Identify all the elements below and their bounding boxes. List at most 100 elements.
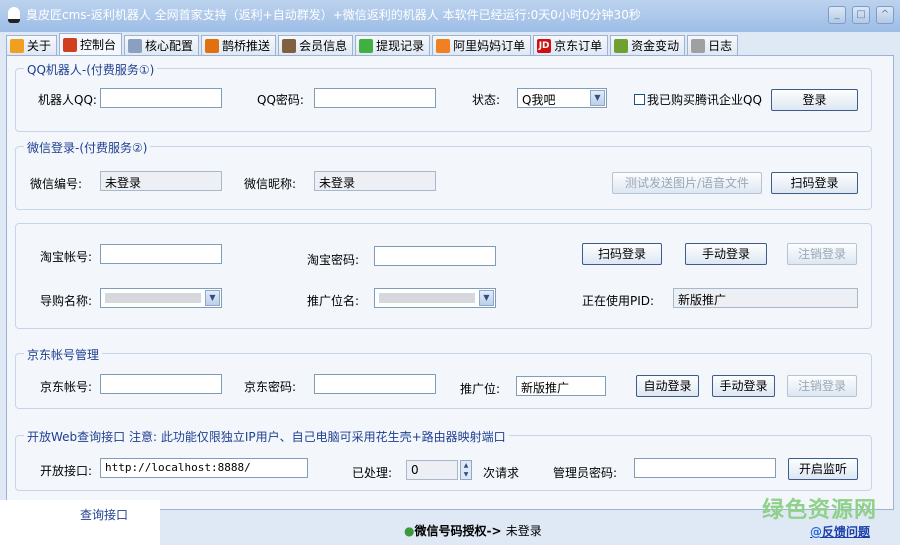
admin-password-label: 管理员密码:: [553, 466, 618, 480]
tab-check[interactable]: 提现记录: [355, 35, 431, 55]
jd-account-label: 京东帐号:: [40, 380, 93, 394]
window-title: 臭皮匠cms-返利机器人 全网首家支持（返利+自动群发）+微信返利的机器人 本软…: [26, 8, 641, 22]
tab-money[interactable]: 资金变动: [610, 35, 686, 55]
tab-label: 阿里妈妈订单: [453, 39, 526, 53]
auth-label: 微信号码授权->: [414, 524, 502, 538]
pid-position-select[interactable]: ▼: [374, 288, 496, 308]
test-send-button[interactable]: 测试发送图片/语音文件: [612, 172, 762, 194]
jd-position-input[interactable]: 新版推广: [516, 376, 606, 396]
jd-password-input[interactable]: [314, 374, 436, 394]
chevron-down-icon: ▼: [205, 290, 220, 306]
qq-legend: QQ机器人-(付费服务①): [24, 61, 158, 78]
watermark: 绿色资源网: [762, 498, 878, 523]
status-label: 状态:: [472, 93, 501, 107]
clock-icon: [205, 38, 220, 53]
web-group: 开放Web查询接口 注意: 此功能仅限独立IP用户、自己电脑可采用花生壳+路由器…: [15, 428, 872, 491]
tab-config[interactable]: 核心配置: [124, 35, 200, 55]
at-icon: @: [810, 525, 822, 539]
wechat-scan-login-button[interactable]: 扫码登录: [771, 172, 858, 194]
checkbox-icon: [634, 94, 645, 105]
tab-home[interactable]: 关于: [6, 35, 58, 55]
enterprise-qq-label: 我已购买腾讯企业QQ: [647, 93, 762, 107]
config-icon: [128, 38, 143, 53]
processed-spinner[interactable]: ▲ ▼: [460, 460, 472, 480]
wechat-nickname-field: 未登录: [314, 171, 436, 191]
wechat-auth-status: ●微信号码授权-> 未登录: [404, 522, 542, 539]
chevron-down-icon: ▼: [479, 290, 494, 306]
jd-group: 京东帐号管理 京东帐号: 京东密码: 推广位: 新版推广 自动登录 手动登录 注…: [15, 346, 872, 409]
user-icon: [282, 38, 297, 53]
taobao-scan-login-button[interactable]: 扫码登录: [582, 243, 662, 265]
taobao-password-label: 淘宝密码:: [307, 253, 360, 267]
times-label: 次请求: [483, 466, 520, 480]
tab-log[interactable]: 日志: [687, 35, 739, 55]
wechat-icon: ●: [404, 524, 415, 538]
qq-password-input[interactable]: [314, 88, 436, 108]
money-icon: [614, 38, 629, 53]
wechat-legend: 微信登录-(付费服务②): [24, 139, 151, 156]
tab-label: 关于: [27, 39, 52, 53]
wechat-group: 微信登录-(付费服务②) 微信编号: 未登录 微信昵称: 未登录 测试发送图片/…: [15, 139, 872, 210]
shield-icon: [63, 37, 78, 52]
tab-bar: 关于 控制台 核心配置 鹊桥推送 会员信息 提现记录 阿里妈妈订单 JD 京东订单 资金变动 日志: [6, 33, 740, 55]
taobao-group: 淘宝帐号: 淘宝密码: 扫码登录 手动登录 注销登录 导购名称: ▼ 推广位名:…: [15, 223, 872, 329]
wechat-id-label: 微信编号:: [30, 177, 83, 191]
jd-password-label: 京东密码:: [244, 380, 297, 394]
taobao-password-input[interactable]: [374, 246, 496, 266]
query-overlay: 查询接口: [0, 500, 160, 545]
close-button[interactable]: ^: [876, 6, 894, 24]
robot-qq-label: 机器人QQ:: [38, 93, 97, 107]
guide-name-select[interactable]: ▼: [100, 288, 222, 308]
status-select[interactable]: Q我吧 ▼: [517, 88, 607, 108]
start-listen-button[interactable]: 开启监听: [788, 458, 858, 480]
jd-account-input[interactable]: [100, 374, 222, 394]
qq-login-button[interactable]: 登录: [771, 89, 858, 111]
pid-position-label: 推广位名:: [307, 294, 360, 308]
control-panel: QQ机器人-(付费服务①) 机器人QQ: QQ密码: 状态: Q我吧 ▼ 我已购买…: [6, 55, 894, 510]
admin-password-input[interactable]: [634, 458, 776, 478]
app-logo-icon: [8, 7, 20, 23]
current-pid-field: 新版推广: [673, 288, 858, 308]
web-legend: 开放Web查询接口 注意: 此功能仅限独立IP用户、自己电脑可采用花生壳+路由器…: [24, 428, 509, 445]
taobao-account-input[interactable]: [100, 244, 222, 264]
tab-user[interactable]: 会员信息: [278, 35, 354, 55]
maximize-button[interactable]: □: [852, 6, 870, 24]
tab-label: 资金变动: [631, 39, 680, 53]
qq-group: QQ机器人-(付费服务①) 机器人QQ: QQ密码: 状态: Q我吧 ▼ 我已购买…: [15, 61, 872, 132]
processed-label: 已处理:: [352, 466, 393, 480]
taobao-logout-button[interactable]: 注销登录: [787, 243, 857, 265]
minimize-button[interactable]: _: [828, 6, 846, 24]
qq-password-label: QQ密码:: [257, 93, 304, 107]
port-label: 开放接口:: [40, 464, 93, 478]
feedback-label: 反馈问题: [822, 525, 871, 539]
wechat-id-field: 未登录: [100, 171, 222, 191]
tab-label: 会员信息: [299, 39, 348, 53]
status-value: Q我吧: [522, 93, 556, 107]
overlay-text: 查询接口: [80, 508, 129, 522]
tab-shield[interactable]: 控制台: [59, 33, 123, 55]
enterprise-qq-checkbox[interactable]: 我已购买腾讯企业QQ: [634, 91, 762, 108]
jd-auto-login-button[interactable]: 自动登录: [636, 375, 699, 397]
jd-position-label: 推广位:: [460, 382, 501, 396]
processed-field: 0: [406, 460, 458, 480]
tab-label: 京东订单: [554, 39, 603, 53]
jd-logout-button[interactable]: 注销登录: [787, 375, 857, 397]
tab-label: 提现记录: [376, 39, 425, 53]
tab-alimama[interactable]: 阿里妈妈订单: [432, 35, 532, 55]
check-icon: [359, 38, 374, 53]
taobao-manual-login-button[interactable]: 手动登录: [685, 243, 767, 265]
auth-value: 未登录: [505, 524, 542, 538]
robot-qq-input[interactable]: [100, 88, 222, 108]
chevron-down-icon: ▼: [590, 90, 605, 106]
port-input[interactable]: http://localhost:8888/: [100, 458, 308, 478]
guide-name-label: 导购名称:: [40, 294, 93, 308]
home-icon: [10, 38, 24, 53]
taobao-account-label: 淘宝帐号:: [40, 250, 93, 264]
jd-manual-login-button[interactable]: 手动登录: [712, 375, 775, 397]
current-pid-label: 正在使用PID:: [582, 294, 655, 308]
tab-jd[interactable]: JD 京东订单: [533, 35, 609, 55]
tab-clock[interactable]: 鹊桥推送: [201, 35, 277, 55]
title-bar: 臭皮匠cms-返利机器人 全网首家支持（返利+自动群发）+微信返利的机器人 本软…: [0, 0, 900, 32]
feedback-link[interactable]: @反馈问题: [810, 523, 870, 540]
log-icon: [691, 38, 706, 53]
